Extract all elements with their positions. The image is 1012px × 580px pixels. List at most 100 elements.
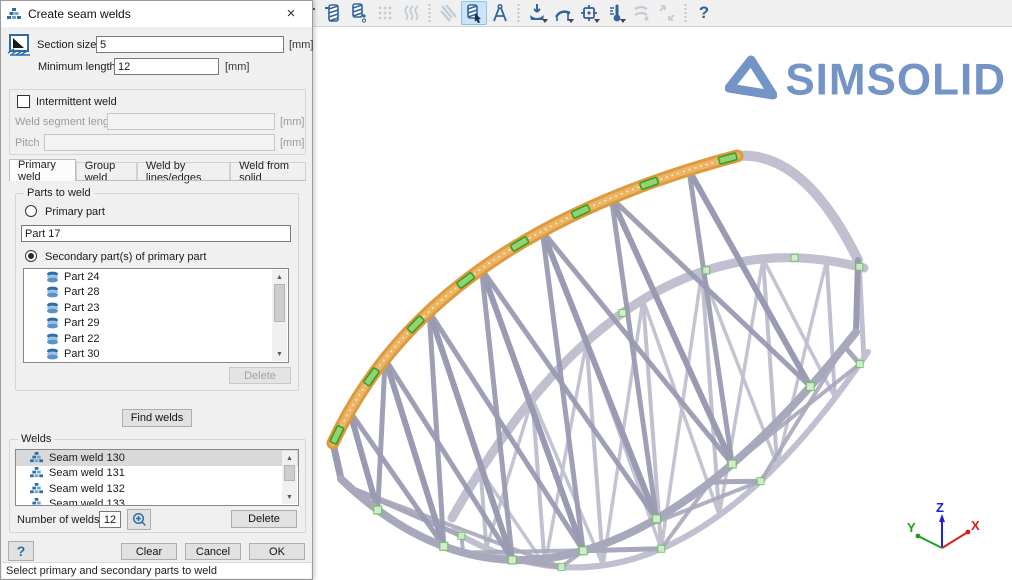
tab-group-weld[interactable]: Group weld: [76, 162, 137, 181]
scroll-thumb[interactable]: [274, 284, 285, 322]
tab-weld-from-solid[interactable]: Weld from solid: [230, 162, 306, 181]
3d-viewport[interactable]: SIMSOLID Z X Y: [313, 27, 1012, 580]
measure-icon[interactable]: [487, 1, 513, 25]
welds-list-scrollbar[interactable]: ▲ ▼: [282, 451, 297, 504]
pressure-load-icon[interactable]: [576, 1, 602, 25]
list-item[interactable]: Part 29: [24, 316, 288, 332]
intermittent-checkbox[interactable]: [17, 95, 30, 108]
resize-icon[interactable]: [654, 1, 680, 25]
welds-legend: Welds: [18, 433, 54, 445]
seam-weld-icon[interactable]: [320, 1, 346, 25]
toolbar-separator: [683, 3, 688, 23]
zoom-to-welds-button[interactable]: [127, 509, 151, 530]
secondary-parts-radio[interactable]: [25, 250, 37, 262]
minimum-length-input[interactable]: 12: [114, 58, 219, 75]
list-item[interactable]: Seam weld 131: [16, 466, 298, 482]
find-welds-button[interactable]: Find welds: [122, 409, 192, 427]
list-item[interactable]: Part 28: [24, 285, 288, 301]
pitch-label: Pitch: [15, 137, 39, 149]
dialog-help-button[interactable]: ?: [8, 541, 34, 561]
list-item[interactable]: Seam weld 133: [16, 497, 298, 507]
list-item[interactable]: Seam weld 132: [16, 481, 298, 497]
minimum-length-label: Minimum length: [38, 61, 116, 73]
part-item-label: Part 30: [64, 348, 99, 360]
weld-item-label: Seam weld 130: [49, 452, 125, 464]
dropdown-caret[interactable]: [568, 19, 574, 23]
grid-weld-icon[interactable]: [372, 1, 398, 25]
part-icon: [46, 317, 59, 329]
dialog-titlebar[interactable]: Create seam welds ×: [1, 1, 312, 27]
scroll-down-icon[interactable]: ▼: [282, 490, 297, 504]
seam-weld-item-icon: [30, 483, 44, 495]
force-load-icon[interactable]: [524, 1, 550, 25]
dropdown-caret[interactable]: [542, 19, 548, 23]
triad-x-label: X: [971, 518, 980, 533]
pitch-input: [44, 134, 275, 151]
primary-part-label: Primary part: [45, 206, 105, 218]
scroll-thumb[interactable]: [284, 465, 295, 481]
create-seam-weld-icon[interactable]: [461, 1, 487, 25]
slant-weld-icon[interactable]: [435, 1, 461, 25]
part-icon: [46, 333, 59, 345]
seam-weld-item-icon: [30, 452, 44, 464]
moment-load-icon[interactable]: [550, 1, 576, 25]
seam-weld-item-icon: [30, 498, 44, 506]
part-item-label: Part 23: [64, 302, 99, 314]
ok-button[interactable]: OK: [249, 543, 305, 560]
number-of-welds-value: 12: [99, 511, 121, 528]
tab-weld-by-lines-edges[interactable]: Weld by lines/edges: [137, 162, 230, 181]
part-icon: [46, 302, 59, 314]
list-item[interactable]: Part 22: [24, 331, 288, 347]
number-of-welds-label: Number of welds: [17, 514, 100, 526]
dialog-status-bar: Select primary and secondary parts to we…: [2, 562, 311, 578]
weld-tabs: Primary weld Group weld Weld by lines/ed…: [9, 159, 306, 181]
triad-z-label: Z: [936, 500, 944, 515]
scroll-down-icon[interactable]: ▼: [272, 347, 287, 361]
weld-item-label: Seam weld 132: [49, 483, 125, 495]
secondary-parts-list[interactable]: Part 24 Part 28 Part 23 Part 29 Part 22 …: [23, 268, 289, 363]
section-size-input[interactable]: 5: [96, 36, 284, 53]
weld-segment-length-input: [107, 113, 275, 130]
spot-weld-icon[interactable]: [346, 1, 372, 25]
list-item[interactable]: Seam weld 130: [16, 450, 298, 466]
dropdown-caret[interactable]: [620, 19, 626, 23]
tab-primary-weld[interactable]: Primary weld: [9, 159, 76, 181]
dropdown-caret[interactable]: [594, 19, 600, 23]
part-item-label: Part 22: [64, 333, 99, 345]
weld-item-label: Seam weld 133: [49, 498, 125, 506]
close-icon[interactable]: ×: [276, 3, 306, 25]
clear-button[interactable]: Clear: [121, 543, 177, 560]
spring-connector-icon[interactable]: [398, 1, 424, 25]
part-icon: [46, 286, 59, 298]
weld-segment-length-label: Weld segment length: [15, 116, 118, 128]
welds-delete-button[interactable]: Delete: [231, 510, 297, 528]
cancel-button[interactable]: Cancel: [185, 543, 241, 560]
parts-list-scrollbar[interactable]: ▲ ▼: [272, 270, 287, 361]
part-item-label: Part 24: [64, 271, 99, 283]
parts-delete-button[interactable]: Delete: [229, 367, 291, 384]
list-item[interactable]: Part 24: [24, 269, 288, 285]
create-seam-welds-dialog: Create seam welds × Section size 5 [mm] …: [0, 0, 313, 580]
thermal-load-icon[interactable]: [602, 1, 628, 25]
intermittent-label: Intermittent weld: [36, 96, 117, 108]
section-size-label: Section size: [37, 39, 96, 51]
primary-part-input[interactable]: Part 17: [21, 225, 291, 242]
help-icon[interactable]: ?: [691, 1, 717, 25]
seam-weld-item-icon: [30, 467, 44, 479]
scroll-up-icon[interactable]: ▲: [272, 270, 287, 284]
part-icon: [46, 348, 59, 360]
secondary-parts-label: Secondary part(s) of primary part: [45, 251, 206, 263]
toolbar-separator: [427, 3, 432, 23]
triad-y-label: Y: [907, 520, 916, 535]
list-item[interactable]: Part 30: [24, 347, 288, 363]
parts-to-weld-legend: Parts to weld: [24, 187, 94, 199]
pitch-unit: [mm]: [280, 137, 304, 149]
primary-part-radio[interactable]: [25, 205, 37, 217]
part-icon: [46, 271, 59, 283]
simsolid-triangle-icon: [725, 55, 777, 105]
spot-constraint-icon[interactable]: [628, 1, 654, 25]
scroll-up-icon[interactable]: ▲: [282, 451, 297, 465]
part-item-label: Part 29: [64, 317, 99, 329]
welds-list[interactable]: Seam weld 130 Seam weld 131 Seam weld 13…: [15, 449, 299, 506]
list-item[interactable]: Part 23: [24, 300, 288, 316]
